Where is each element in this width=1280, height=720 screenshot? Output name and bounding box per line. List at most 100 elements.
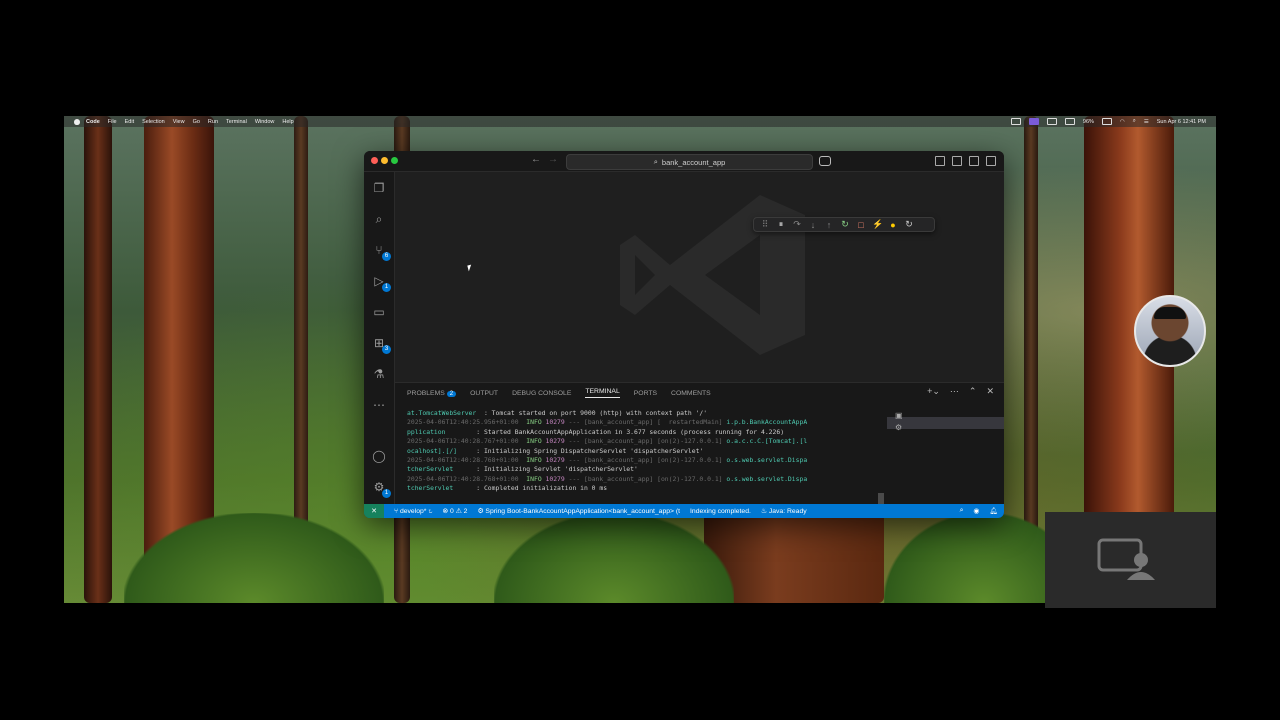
menu-selection[interactable]: Selection (142, 119, 165, 125)
terminal-entry-debug[interactable]: ⚙ (887, 417, 1004, 432)
more-actions-icon[interactable]: ⋯ (950, 386, 959, 397)
drag-handle-icon[interactable]: ⠿ (760, 219, 770, 230)
settings-gear-icon[interactable]: ⚙ 1 (372, 480, 391, 498)
search-icon[interactable]: ⌕ (372, 212, 386, 226)
copilot-icon[interactable] (819, 156, 831, 166)
terminal-sep: --- [bank_account_app] [on(2)-127.0.0.1] (564, 437, 727, 446)
maximize-panel-icon[interactable]: ⌃ (969, 386, 977, 397)
toggle-secondary-sidebar-icon[interactable] (986, 156, 996, 166)
menu-view[interactable]: View (173, 119, 185, 125)
battery-percent: 96% (1082, 118, 1094, 125)
terminal-pid: 10279 (545, 418, 565, 427)
scm-badge: 6 (382, 252, 391, 261)
back-arrow-icon[interactable]: ← (531, 154, 541, 165)
close-panel-icon[interactable]: ✕ (986, 386, 994, 397)
minimize-window-button[interactable] (381, 157, 388, 164)
launch-config[interactable]: ⚙ Spring Boot-BankAccountAppApplication<… (477, 507, 680, 515)
terminal-line: pplication : Started BankAccountAppAppli… (407, 428, 877, 437)
terminal-entry-shell[interactable]: ▣ (887, 405, 1004, 420)
debug-icon: ⚙ (895, 423, 903, 432)
terminal-pid: 10279 (545, 456, 565, 465)
testing-icon[interactable]: ⚗ (372, 367, 386, 381)
stop-icon[interactable]: □ (856, 220, 866, 230)
terminal-logger: at.TomcatWebServer (407, 409, 477, 417)
editor-area[interactable]: ⠿ ⏸ ↷ ↓ ↑ ↻ □ ⚡ ● ↻ (395, 172, 1004, 382)
problems-status[interactable]: ⊗ 0 ⚠ 2 (442, 507, 467, 515)
branch-name: develop* (399, 507, 427, 515)
lightbulb-icon[interactable]: ● (888, 220, 898, 230)
explorer-icon[interactable]: ❐ (372, 181, 386, 195)
account-icon[interactable]: ◯ (372, 449, 386, 463)
terminal-ts: 2025-04-06T12:40:28.767+01:00 (407, 437, 519, 446)
step-out-icon[interactable]: ↑ (824, 220, 834, 230)
copilot-status-icon[interactable]: ◉ (973, 507, 979, 515)
clock[interactable]: Sun Apr 6 12:41 PM (1157, 119, 1206, 125)
menu-help[interactable]: Help (282, 119, 293, 125)
more-icon[interactable]: ⋯ (372, 398, 386, 412)
status-bar: ✕ ⑂ develop* ↻ ⊗ 0 ⚠ 2 ⚙ Spring Boot-Ban… (364, 504, 1004, 518)
debug-toolbar: ⠿ ⏸ ↷ ↓ ↑ ↻ □ ⚡ ● ↻ (753, 217, 935, 232)
screen-share-icon[interactable] (1028, 118, 1039, 125)
hot-reload-icon[interactable]: ⚡ (872, 219, 883, 230)
run-badge: 1 (382, 283, 391, 292)
tab-ports[interactable]: PORTS (634, 390, 657, 397)
command-center-search[interactable]: ⌕ bank_account_app (566, 154, 813, 170)
battery-icon[interactable] (1101, 118, 1112, 125)
maximize-window-button[interactable] (391, 157, 398, 164)
music-icon[interactable] (1064, 118, 1075, 125)
toggle-primary-sidebar-icon[interactable] (952, 156, 962, 166)
terminal-cls: o.s.web.servlet.Dispa (726, 456, 808, 465)
terminal-cls: o.a.c.c.C.[Tomcat].[l (726, 437, 808, 446)
menu-run[interactable]: Run (208, 119, 218, 125)
step-over-icon[interactable]: ↷ (792, 219, 802, 230)
terminal-sep: --- [bank_account_app] [on(2)-127.0.0.1] (564, 456, 727, 465)
tab-problems[interactable]: PROBLEMS 2 (407, 389, 457, 397)
tab-terminal[interactable]: TERMINAL (585, 388, 620, 398)
vscode-watermark-logo (620, 195, 805, 355)
menu-go[interactable]: Go (193, 119, 200, 125)
source-control-icon[interactable]: ⑂ 6 (372, 243, 391, 261)
tab-comments[interactable]: COMMENTS (671, 390, 711, 397)
toggle-panel-icon[interactable] (969, 156, 979, 166)
notifications-icon[interactable]: 🔔︎ (989, 507, 998, 515)
remote-explorer-icon[interactable]: ▭ (372, 305, 386, 319)
foliage (494, 513, 734, 603)
run-debug-icon[interactable]: ▷ 1 (372, 274, 391, 292)
apple-icon[interactable] (74, 118, 80, 125)
panel-tabs: PROBLEMS 2 OUTPUT DEBUG CONSOLE TERMINAL … (407, 388, 711, 398)
wifi-icon[interactable]: ◠ (1120, 119, 1125, 125)
new-terminal-icon[interactable]: +⌄ (927, 386, 940, 397)
activity-bar: ❐ ⌕ ⑂ 6 ▷ 1 ▭ ⊞ 3 ⚗ ⋯ ◯ ⚙ 1 (364, 172, 395, 510)
menu-file[interactable]: File (108, 119, 117, 125)
customize-layout-icon[interactable] (935, 156, 945, 166)
menu-edit[interactable]: Edit (125, 119, 134, 125)
zoom-icon[interactable]: ⌕ (960, 507, 964, 515)
search-icon[interactable]: ⌕ (1133, 118, 1136, 125)
restart-icon[interactable]: ↻ (840, 219, 850, 230)
remote-indicator-icon[interactable]: ✕ (364, 504, 384, 518)
terminal-message: : Tomcat started on port 9000 (http) wit… (476, 409, 708, 417)
java-status-label: Java: Ready (768, 508, 807, 515)
terminal-logger: ocalhost].[/] (407, 446, 458, 455)
refresh-icon[interactable]: ↻ (904, 219, 914, 230)
pause-icon[interactable]: ⏸ (776, 219, 786, 230)
error-count: 0 (450, 508, 454, 515)
menu-window[interactable]: Window (255, 119, 275, 125)
tab-debug-console[interactable]: DEBUG CONSOLE (512, 390, 571, 397)
menu-app-name[interactable]: Code (86, 119, 100, 125)
terminal-ts: 2025-04-06T12:40:28.768+01:00 (407, 456, 519, 465)
step-into-icon[interactable]: ↓ (808, 220, 818, 230)
clipboard-icon[interactable] (1046, 118, 1057, 125)
close-window-button[interactable] (371, 157, 378, 164)
java-status[interactable]: ♨ Java: Ready (761, 507, 807, 515)
menu-terminal[interactable]: Terminal (226, 119, 247, 125)
extensions-icon[interactable]: ⊞ 3 (372, 336, 391, 354)
git-branch[interactable]: ⑂ develop* ↻ (394, 508, 432, 515)
forward-arrow-icon[interactable]: → (548, 154, 558, 165)
tab-output[interactable]: OUTPUT (470, 390, 498, 397)
macos-menubar: Code File Edit Selection View Go Run Ter… (64, 116, 1216, 127)
control-center-icon[interactable]: ☰ (1144, 119, 1149, 125)
terminal-output[interactable]: at.TomcatWebServer : Tomcat started on p… (407, 409, 877, 494)
tab-label: PROBLEMS (407, 389, 445, 397)
screen-record-icon[interactable] (1010, 118, 1021, 125)
